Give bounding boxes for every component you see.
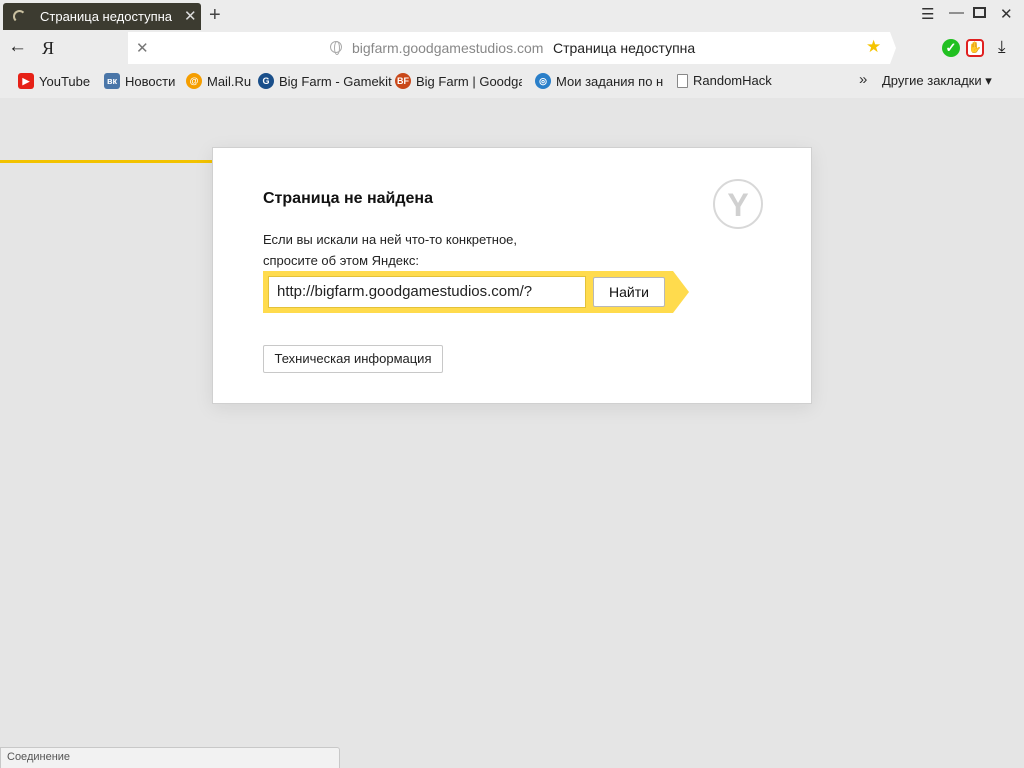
other-bookmarks-button[interactable]: Другие закладки ▾ xyxy=(882,73,992,89)
menu-icon[interactable]: ☰ xyxy=(921,5,934,23)
stop-loading-icon[interactable]: ✕ xyxy=(136,39,149,57)
vk-icon: вк xyxy=(104,73,120,89)
error-card: Страница не найдена Если вы искали на не… xyxy=(212,147,812,404)
error-text-line1: Если вы искали на ней что-то конкретное, xyxy=(263,232,518,247)
bookmark-star-icon[interactable]: ★ xyxy=(866,37,881,57)
address-page-title[interactable]: Страница недоступна xyxy=(553,40,695,56)
download-icon[interactable]: ⤓ xyxy=(998,37,1006,57)
target-icon: ◎ xyxy=(535,73,551,89)
error-heading: Страница не найдена xyxy=(263,190,433,207)
tab-active[interactable]: Страница недоступна ✕ xyxy=(3,3,201,30)
gamekit-icon: G xyxy=(258,73,274,89)
tab-title: Страница недоступна xyxy=(40,9,173,24)
bookmark-vk-news[interactable]: вк Новости xyxy=(104,73,175,89)
bookmark-tasks[interactable]: ◎ Мои задания по на xyxy=(535,73,663,89)
tab-close-icon[interactable]: ✕ xyxy=(184,7,197,25)
bookmark-label: Big Farm | Goodgar xyxy=(416,73,522,89)
status-bar: Соединение xyxy=(0,747,340,768)
yandex-home-button[interactable]: Я xyxy=(42,38,54,59)
bookmark-label: Новости xyxy=(125,73,176,89)
nav-bar: ← Я ✕ bigfarm.goodgamestudios.com Страни… xyxy=(0,32,1024,64)
mailru-icon: @ xyxy=(186,73,202,89)
tab-strip: Страница недоступна ✕ + ☰ — ✕ xyxy=(0,0,1024,32)
new-tab-icon[interactable]: + xyxy=(209,4,221,26)
back-arrow-icon[interactable]: ← xyxy=(8,36,27,58)
logo-letter: Y xyxy=(727,187,749,223)
bookmark-label: Mail.Ru xyxy=(207,73,252,89)
bookmark-mailru[interactable]: @ Mail.Ru xyxy=(186,73,251,89)
page-icon xyxy=(677,73,688,88)
yandex-browser-logo-icon: Y xyxy=(713,179,763,229)
bookmark-label: Big Farm - Gamekit xyxy=(279,73,392,89)
tech-info-button[interactable]: Техническая информация xyxy=(263,345,443,373)
bookmark-label: RandomHack xyxy=(693,73,772,88)
check-extension-icon[interactable]: ✓ xyxy=(942,39,960,57)
bookmark-label: YouTube xyxy=(39,73,91,89)
search-input[interactable]: http://bigfarm.goodgamestudios.com/? xyxy=(268,276,586,308)
address-bar-arrow xyxy=(890,32,896,64)
address-host[interactable]: bigfarm.goodgamestudios.com xyxy=(352,40,543,56)
bookmark-label: Мои задания по на xyxy=(556,73,663,89)
bookmark-gamekit[interactable]: G Big Farm - Gamekit xyxy=(258,73,392,89)
youtube-icon: ▶ xyxy=(18,73,34,89)
bigfarm-icon: BF xyxy=(395,73,411,89)
adblock-icon[interactable]: ✋ xyxy=(966,39,984,57)
search-band-tip xyxy=(673,271,689,313)
minimize-icon[interactable]: — xyxy=(949,4,964,21)
loading-spinner-icon xyxy=(13,10,26,23)
bookmarks-bar: ▶ YouTube вк Новости @ Mail.Ru G Big Far… xyxy=(0,64,1024,163)
error-text-line2: спросите об этом Яндекс: xyxy=(263,253,419,268)
close-icon[interactable]: ✕ xyxy=(1000,5,1013,23)
search-button[interactable]: Найти xyxy=(593,277,665,307)
bookmark-randomhack[interactable]: RandomHack xyxy=(677,73,772,88)
bookmark-bigfarm[interactable]: BF Big Farm | Goodgar xyxy=(395,73,522,89)
restore-icon[interactable] xyxy=(973,7,986,18)
bookmark-youtube[interactable]: ▶ YouTube xyxy=(18,73,90,89)
more-bookmarks-icon[interactable]: » xyxy=(859,71,867,88)
globe-icon xyxy=(330,41,342,55)
